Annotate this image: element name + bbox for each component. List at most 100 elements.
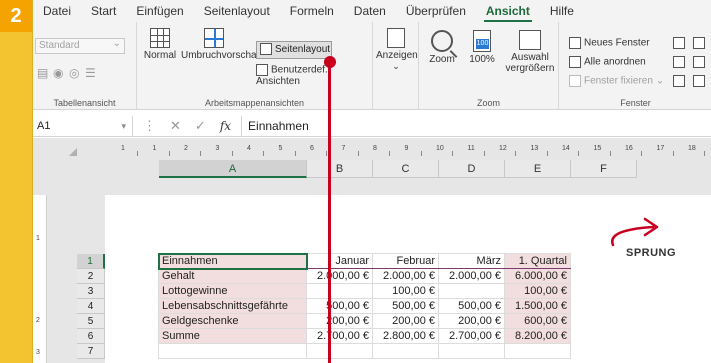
row-header-1[interactable]: 1: [77, 254, 105, 269]
new-view-icon[interactable]: ◎: [69, 66, 79, 80]
insert-function-icon[interactable]: fx: [220, 119, 231, 133]
cell-c1[interactable]: Februar: [372, 253, 439, 269]
keep-view-icon[interactable]: ▤: [37, 66, 48, 80]
cell-a7[interactable]: [158, 343, 307, 359]
cell-c3[interactable]: 100,00 €: [372, 283, 439, 299]
table-row: Lottogewinne 100,00 € 100,00 €: [158, 283, 571, 299]
zoom-selection-label-1: Auswahl: [511, 52, 549, 63]
side-by-side-icon[interactable]: [693, 37, 705, 49]
sheet-view-combo[interactable]: Standard: [35, 37, 125, 54]
freeze-panes-button[interactable]: Fenster fixieren ⌄: [569, 75, 664, 87]
normal-grid-icon: [150, 28, 170, 48]
cell-a4[interactable]: Lebensabschnittsgefährte: [158, 298, 307, 314]
umbruchvorschau-button[interactable]: Umbruchvorschau: [181, 28, 262, 61]
row-header-4[interactable]: 4: [77, 299, 105, 314]
cell-a1[interactable]: Einnahmen: [157, 252, 308, 270]
zoom-selection-button[interactable]: Auswahl vergrößern: [503, 30, 557, 74]
zoom-100-button[interactable]: 100 100%: [465, 30, 499, 65]
cell-a2[interactable]: Gehalt: [158, 268, 307, 284]
cell-e5[interactable]: 600,00 €: [504, 313, 571, 329]
cell-b2[interactable]: 2.000,00 €: [306, 268, 373, 284]
name-box[interactable]: A1: [33, 115, 133, 136]
group-label-tabellenansicht: Tabellenansicht: [53, 98, 116, 108]
column-header-a[interactable]: A: [159, 160, 307, 178]
cancel-icon[interactable]: ✕: [170, 118, 181, 134]
tab-hilfe[interactable]: Hilfe: [540, 4, 584, 22]
data-table: Einnahmen Januar Februar März 1. Quartal…: [157, 252, 571, 359]
cell-d5[interactable]: 200,00 €: [438, 313, 505, 329]
hide-icon[interactable]: [673, 56, 685, 68]
enter-icon[interactable]: ✓: [195, 118, 206, 134]
cell-d6[interactable]: 2.700,00 €: [438, 328, 505, 344]
cell-b4[interactable]: 500,00 €: [306, 298, 373, 314]
tab-start[interactable]: Start: [81, 4, 126, 22]
cell-c7[interactable]: [372, 343, 439, 359]
tab-einfuegen[interactable]: Einfügen: [126, 4, 193, 22]
group-label-zoom: Zoom: [476, 98, 500, 108]
options-view-icon[interactable]: ☰: [85, 66, 96, 80]
cell-c4[interactable]: 500,00 €: [372, 298, 439, 314]
benutzerdef-ansichten-button[interactable]: Benutzerdef. Ansichten: [256, 64, 371, 87]
cell-d1[interactable]: März: [438, 253, 505, 269]
cell-a3[interactable]: Lottogewinne: [158, 283, 307, 299]
row-header-7[interactable]: 7: [77, 344, 105, 359]
column-header-d[interactable]: D: [439, 160, 505, 178]
formula-input[interactable]: Einnahmen: [241, 115, 711, 136]
cell-e6[interactable]: 8.200,00 €: [504, 328, 571, 344]
cell-b7[interactable]: [306, 343, 373, 359]
cell-a6[interactable]: Summe: [158, 328, 307, 344]
cell-c5[interactable]: 200,00 €: [372, 313, 439, 329]
cell-a5[interactable]: Geldgeschenke: [158, 313, 307, 329]
cell-d7[interactable]: [438, 343, 505, 359]
cell-e3[interactable]: 100,00 €: [504, 283, 571, 299]
anzeigen-label: Anzeigen: [376, 50, 418, 61]
new-window-label: Neues Fenster: [584, 37, 650, 49]
row-header-6[interactable]: 6: [77, 329, 105, 344]
column-header-b[interactable]: B: [307, 160, 373, 178]
unhide-icon[interactable]: [673, 75, 685, 87]
ruler-number: 16: [625, 145, 633, 152]
tab-daten[interactable]: Daten: [344, 4, 396, 22]
row-header-2[interactable]: 2: [77, 269, 105, 284]
normal-button[interactable]: Normal: [143, 28, 177, 61]
tab-formeln[interactable]: Formeln: [280, 4, 344, 22]
row-header-3[interactable]: 3: [77, 284, 105, 299]
zoom-button[interactable]: Zoom: [427, 30, 457, 65]
cell-b1[interactable]: Januar: [306, 253, 373, 269]
ruler-tick: [263, 151, 264, 156]
cell-c2[interactable]: 2.000,00 €: [372, 268, 439, 284]
seitenlayout-button[interactable]: Seitenlayout: [256, 41, 332, 59]
reset-position-icon[interactable]: [693, 75, 705, 87]
column-header-c[interactable]: C: [373, 160, 439, 178]
cell-b5[interactable]: 200,00 €: [306, 313, 373, 329]
ruler-number: 3: [215, 145, 220, 152]
arrange-all-button[interactable]: Alle anordnen: [569, 56, 646, 68]
select-all-corner[interactable]: [69, 148, 77, 156]
ruler-tick: [672, 151, 674, 156]
tab-ansicht[interactable]: Ansicht: [476, 4, 540, 22]
row-header-5[interactable]: 5: [77, 314, 105, 329]
column-header-f[interactable]: F: [571, 160, 637, 178]
tab-ueberpruefen[interactable]: Überprüfen: [396, 4, 476, 22]
cell-e2[interactable]: 6.000,00 €: [504, 268, 571, 284]
cell-d3[interactable]: [438, 283, 505, 299]
ruler-tick: [515, 151, 516, 156]
new-window-button[interactable]: Neues Fenster: [569, 37, 650, 49]
cell-d2[interactable]: 2.000,00 €: [438, 268, 505, 284]
anzeigen-button[interactable]: Anzeigen ⌄: [376, 28, 418, 72]
cell-e4[interactable]: 1.500,00 €: [504, 298, 571, 314]
cell-c6[interactable]: 2.800,00 €: [372, 328, 439, 344]
tab-datei[interactable]: Datei: [33, 4, 81, 22]
group-zoom: Zoom 100 100% Auswahl vergrößern Zoom: [419, 22, 559, 110]
cell-e7[interactable]: [504, 343, 571, 359]
vertical-ruler: 1 2 3: [33, 195, 47, 363]
cell-d4[interactable]: 500,00 €: [438, 298, 505, 314]
tab-seitenlayout[interactable]: Seitenlayout: [194, 4, 280, 22]
cell-b6[interactable]: 2.700,00 €: [306, 328, 373, 344]
column-header-e[interactable]: E: [505, 160, 571, 178]
cell-e1[interactable]: 1. Quartal: [504, 253, 571, 269]
cell-b3[interactable]: [306, 283, 373, 299]
exit-view-icon[interactable]: ◉: [53, 66, 63, 80]
split-icon[interactable]: [673, 37, 685, 49]
sync-scroll-icon[interactable]: [693, 56, 705, 68]
